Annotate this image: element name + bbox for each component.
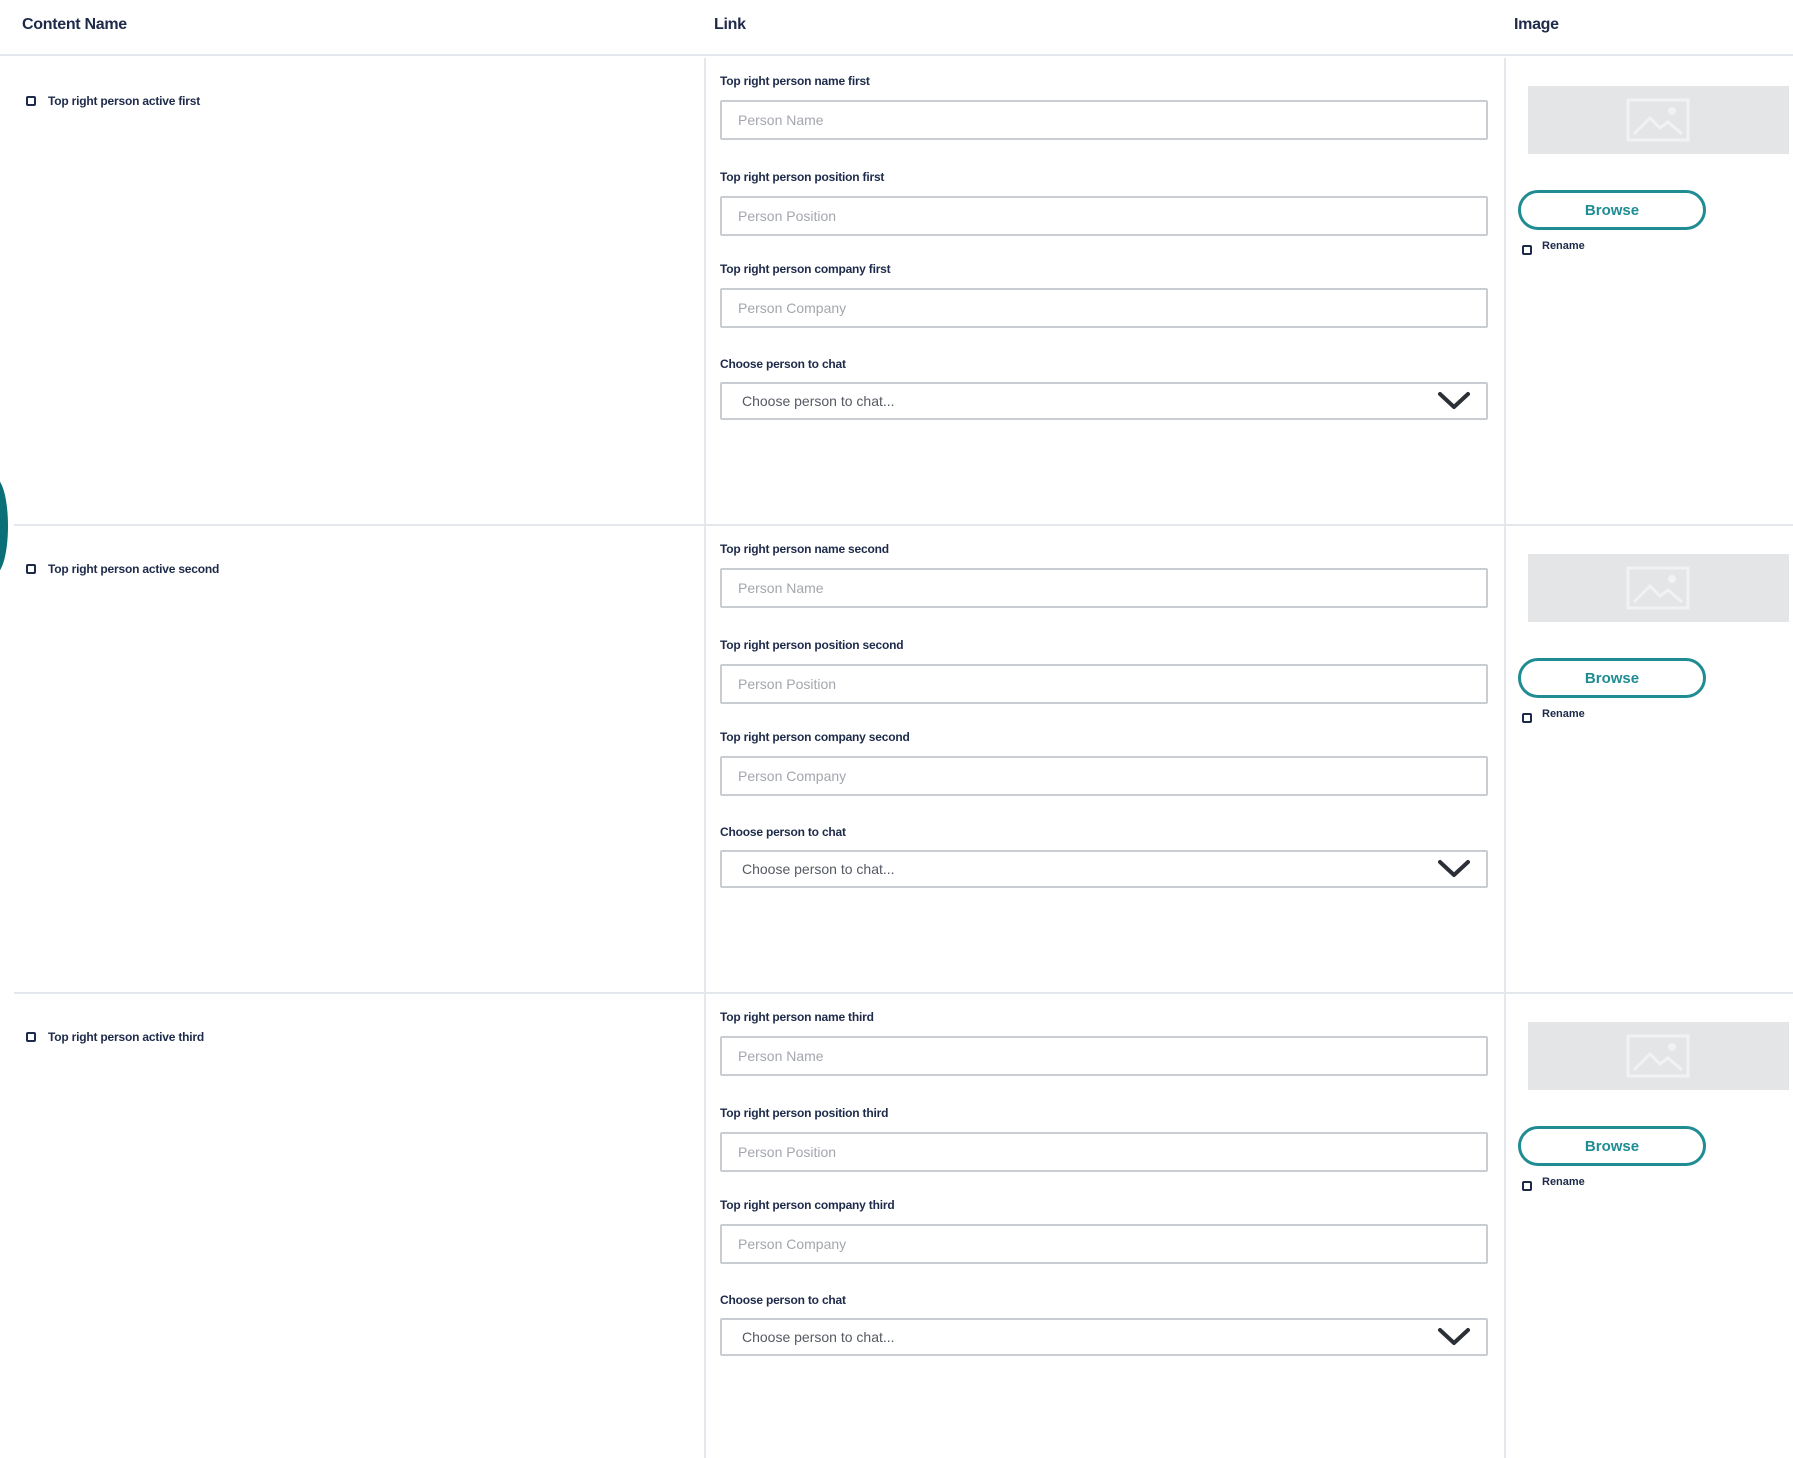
active-checkbox[interactable] — [26, 564, 36, 574]
person-name-input[interactable] — [720, 1036, 1488, 1076]
company-field-label: Top right person company first — [720, 262, 891, 276]
column-header-image: Image — [1514, 16, 1559, 33]
person-company-input[interactable] — [720, 1224, 1488, 1264]
chevron-down-icon — [1438, 860, 1470, 877]
chat-select-value: Choose person to chat... — [742, 861, 895, 877]
table-row: Top right person active third Top right … — [14, 994, 1793, 1458]
chat-field-label: Choose person to chat — [720, 357, 846, 371]
chat-person-select[interactable]: Choose person to chat... — [720, 850, 1488, 888]
rename-checkbox-row[interactable]: Rename — [1522, 708, 1585, 724]
browse-button[interactable]: Browse — [1518, 1126, 1706, 1166]
chat-person-select[interactable]: Choose person to chat... — [720, 1318, 1488, 1356]
chat-select-value: Choose person to chat... — [742, 1329, 895, 1345]
name-field-label: Top right person name third — [720, 1010, 874, 1024]
rename-checkbox[interactable] — [1522, 245, 1532, 255]
active-label: Top right person active third — [48, 1030, 204, 1044]
link-column: Top right person name first Top right pe… — [704, 58, 1506, 524]
rename-checkbox[interactable] — [1522, 713, 1532, 723]
person-position-input[interactable] — [720, 664, 1488, 704]
image-column: Browse Rename — [1518, 526, 1793, 992]
company-field-label: Top right person company second — [720, 730, 910, 744]
rename-checkbox-row[interactable]: Rename — [1522, 240, 1585, 256]
chevron-down-icon — [1438, 1328, 1470, 1345]
rename-label: Rename — [1542, 240, 1585, 252]
position-field-label: Top right person position second — [720, 638, 904, 652]
person-position-input[interactable] — [720, 1132, 1488, 1172]
column-header-content-name: Content Name — [22, 16, 127, 33]
chat-select-value: Choose person to chat... — [742, 393, 895, 409]
table-row: Top right person active first Top right … — [14, 58, 1793, 526]
table-row: Top right person active second Top right… — [14, 526, 1793, 994]
image-preview — [1528, 86, 1789, 154]
chat-field-label: Choose person to chat — [720, 1293, 846, 1307]
column-header-link: Link — [714, 16, 746, 33]
position-field-label: Top right person position first — [720, 170, 885, 184]
browse-button[interactable]: Browse — [1518, 658, 1706, 698]
active-checkbox-row[interactable]: Top right person active third — [26, 1030, 204, 1044]
active-checkbox-row[interactable]: Top right person active second — [26, 562, 219, 576]
image-preview — [1528, 554, 1789, 622]
active-label: Top right person active first — [48, 94, 200, 108]
name-field-label: Top right person name second — [720, 542, 889, 556]
rename-checkbox-row[interactable]: Rename — [1522, 1176, 1585, 1192]
side-panel-handle[interactable] — [0, 478, 8, 574]
active-label: Top right person active second — [48, 562, 220, 576]
image-icon — [1626, 1034, 1690, 1078]
name-field-label: Top right person name first — [720, 74, 870, 88]
link-column: Top right person name third Top right pe… — [704, 994, 1506, 1458]
browse-button[interactable]: Browse — [1518, 190, 1706, 230]
person-company-input[interactable] — [720, 288, 1488, 328]
table-header: Content Name Link Image — [0, 0, 1793, 56]
content-settings-page: Content Name Link Image Top right person… — [0, 0, 1793, 1458]
image-column: Browse Rename — [1518, 58, 1793, 524]
active-checkbox[interactable] — [26, 96, 36, 106]
image-icon — [1626, 98, 1690, 142]
active-checkbox[interactable] — [26, 1032, 36, 1042]
active-checkbox-row[interactable]: Top right person active first — [26, 94, 200, 108]
chat-field-label: Choose person to chat — [720, 825, 846, 839]
content-rows: Top right person active first Top right … — [14, 58, 1793, 1458]
chevron-down-icon — [1438, 392, 1470, 409]
person-position-input[interactable] — [720, 196, 1488, 236]
link-column: Top right person name second Top right p… — [704, 526, 1506, 992]
person-name-input[interactable] — [720, 568, 1488, 608]
image-preview — [1528, 1022, 1789, 1090]
rename-label: Rename — [1542, 708, 1585, 720]
company-field-label: Top right person company third — [720, 1198, 895, 1212]
chat-person-select[interactable]: Choose person to chat... — [720, 382, 1488, 420]
rename-checkbox[interactable] — [1522, 1181, 1532, 1191]
person-name-input[interactable] — [720, 100, 1488, 140]
image-column: Browse Rename — [1518, 994, 1793, 1458]
image-icon — [1626, 566, 1690, 610]
rename-label: Rename — [1542, 1176, 1585, 1188]
person-company-input[interactable] — [720, 756, 1488, 796]
position-field-label: Top right person position third — [720, 1106, 889, 1120]
